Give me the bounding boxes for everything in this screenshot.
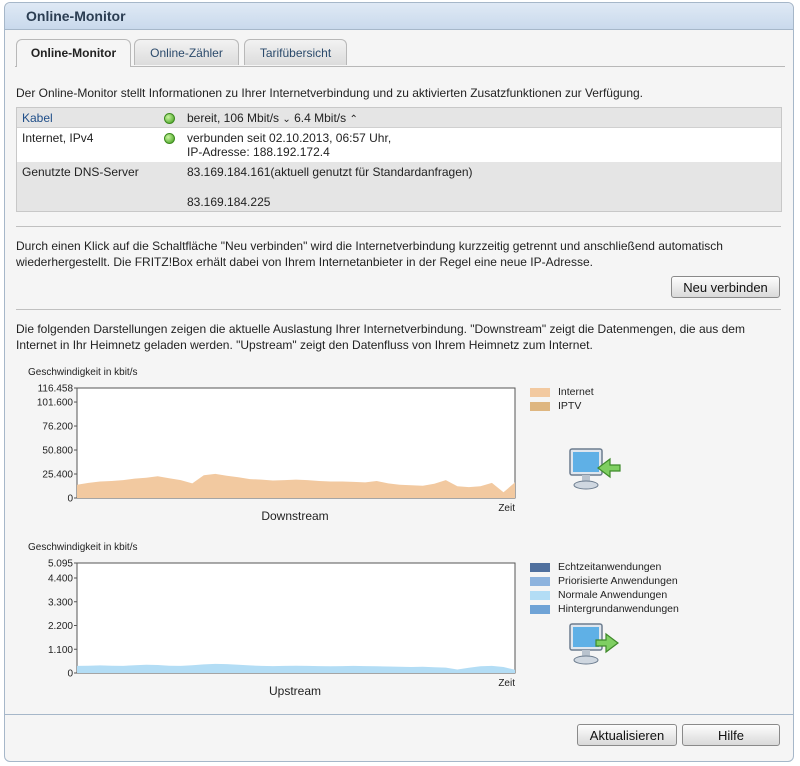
kabel-downstream: bereit, 106 Mbit/s	[187, 111, 280, 125]
legend-label-echtzeit: Echtzeitanwendungen	[558, 561, 662, 573]
row-dns: Genutzte DNS-Server 83.169.184.161(aktue…	[17, 162, 781, 211]
dns-servers: 83.169.184.161(aktuell genutzt für Stand…	[187, 165, 473, 209]
row-kabel: Kabel bereit, 106 Mbit/s ⌄ 6.4 Mbit/s ⌃	[17, 108, 781, 128]
kabel-status: bereit, 106 Mbit/s ⌄ 6.4 Mbit/s ⌃	[187, 111, 358, 127]
tab-tarifuebersicht[interactable]: Tarifübersicht	[244, 39, 347, 65]
upstream-plot-area	[76, 562, 516, 674]
downstream-arrow-icon: ⌄	[282, 114, 291, 125]
downstream-title: Downstream	[261, 509, 329, 523]
legend-swatch-normal	[530, 591, 550, 600]
upstream-xlabel: Zeit	[498, 678, 515, 689]
upstream-ytick-label: 5.095	[48, 559, 73, 570]
internet-label: Internet, IPv4	[22, 131, 94, 145]
internet-status: verbunden seit 02.10.2013, 06:57 Uhr, IP…	[187, 131, 391, 159]
upstream-ytick-label: 2.200	[48, 621, 73, 632]
legend-swatch-echtzeit	[530, 563, 550, 572]
ip-address: IP-Adresse: 188.192.172.4	[187, 145, 330, 159]
status-ok-icon	[164, 133, 175, 144]
intro-text: Der Online-Monitor stellt Informationen …	[16, 86, 644, 100]
help-button[interactable]: Hilfe	[682, 724, 780, 746]
upstream-title: Upstream	[268, 684, 321, 698]
downstream-chart: 116.458 101.600 76.200 50.800 25.400 0 Zeit	[37, 384, 516, 514]
upstream-ytick-label: 1.100	[48, 645, 73, 656]
kabel-link[interactable]: Kabel	[22, 111, 53, 125]
legend-label-internet: Internet	[558, 386, 594, 398]
legend-label-priorisiert: Priorisierte Anwendungen	[558, 575, 678, 587]
legend-label-iptv: IPTV	[558, 400, 582, 412]
downstream-ytick-label: 76.200	[42, 422, 73, 433]
downstream-monitor-icon	[569, 448, 621, 490]
upstream-chart: 5.095 4.400 3.300 2.200 1.100 0 Zeit	[48, 559, 516, 689]
legend-swatch-priorisiert	[530, 577, 550, 586]
upstream-ytick-label: 4.400	[48, 574, 73, 585]
charts-text: Die folgenden Darstellungen zeigen die a…	[16, 322, 745, 352]
status-ok-icon	[164, 113, 175, 124]
internet-connected-since: verbunden seit 02.10.2013, 06:57 Uhr,	[187, 131, 392, 145]
downstream-ytick-label: 116.458	[38, 384, 74, 395]
downstream-ytick-label: 0	[67, 494, 73, 505]
kabel-upstream: 6.4 Mbit/s	[294, 111, 347, 125]
divider	[16, 309, 781, 310]
refresh-button[interactable]: Aktualisieren	[577, 724, 677, 746]
row-internet: Internet, IPv4 verbunden seit 02.10.2013…	[17, 128, 781, 162]
connection-info-table: Kabel bereit, 106 Mbit/s ⌄ 6.4 Mbit/s ⌃ …	[16, 107, 782, 212]
upstream-monitor-icon	[569, 623, 619, 665]
reconnect-text: Durch einen Klick auf die Schaltfläche "…	[16, 239, 723, 269]
legend-swatch-iptv	[530, 402, 550, 411]
title-bar: Online-Monitor	[5, 3, 793, 30]
legend-label-normal: Normale Anwendungen	[558, 589, 668, 601]
dns-server-1: 83.169.184.161(aktuell genutzt für Stand…	[187, 165, 473, 179]
window-title: Online-Monitor	[26, 8, 126, 24]
online-monitor-window: Online-Monitor Online-Monitor Online-Zäh…	[4, 2, 794, 762]
legend-label-hintergrund: Hintergrundanwendungen	[558, 603, 679, 615]
upstream-ytick-label: 0	[67, 669, 73, 680]
downstream-ytick-label: 25.400	[42, 470, 73, 481]
tab-online-monitor[interactable]: Online-Monitor	[16, 39, 131, 67]
divider	[16, 226, 781, 227]
upstream-ytick-label: 3.300	[48, 597, 73, 608]
upstream-ylabel: Geschwindigkeit in kbit/s	[28, 542, 138, 553]
downstream-ytick-label: 101.600	[37, 398, 74, 409]
downstream-ylabel: Geschwindigkeit in kbit/s	[28, 367, 138, 378]
reconnect-button[interactable]: Neu verbinden	[671, 276, 780, 298]
downstream-xlabel: Zeit	[498, 503, 515, 514]
tab-online-zaehler[interactable]: Online-Zähler	[134, 39, 239, 65]
legend-swatch-internet	[530, 388, 550, 397]
footer-divider	[5, 714, 793, 715]
upstream-arrow-icon: ⌃	[349, 114, 358, 125]
dns-label: Genutzte DNS-Server	[22, 165, 139, 179]
dns-server-2: 83.169.184.225	[187, 195, 271, 209]
legend-swatch-hintergrund	[530, 605, 550, 614]
downstream-ytick-label: 50.800	[42, 446, 73, 457]
